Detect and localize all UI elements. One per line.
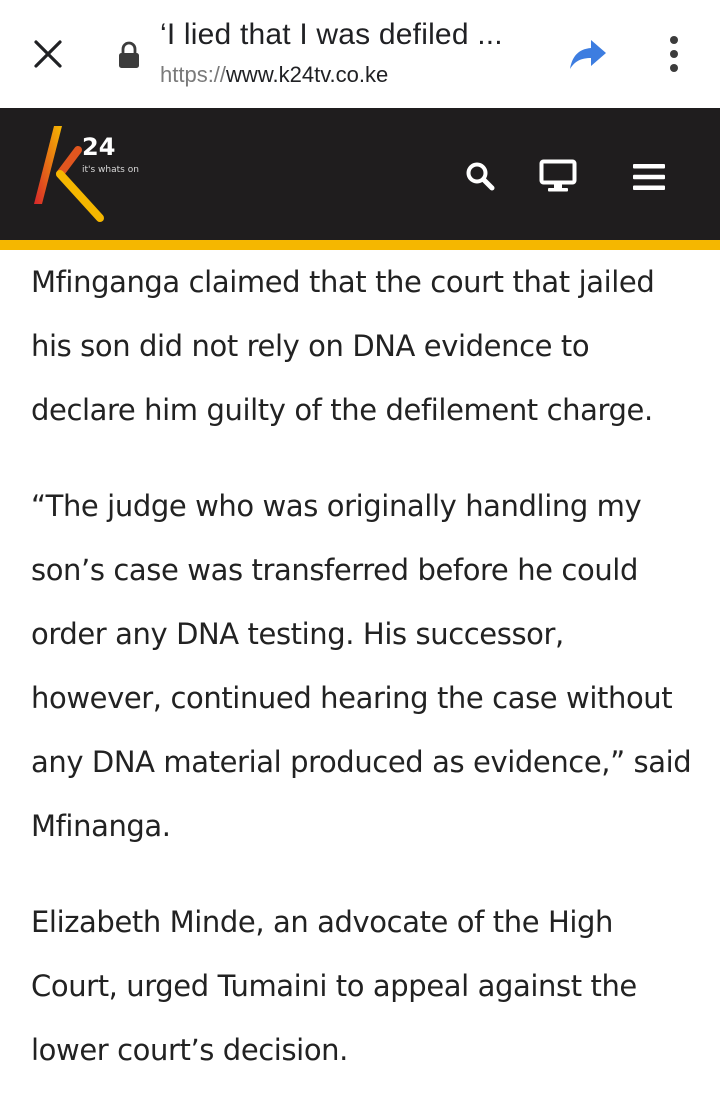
search-button[interactable] bbox=[460, 156, 500, 196]
lock-icon bbox=[119, 41, 139, 68]
close-tab-button[interactable] bbox=[26, 32, 70, 76]
k24-logo[interactable]: 24 bbox=[26, 122, 146, 232]
article-paragraph: “The judge who was originally handling m… bbox=[31, 489, 692, 843]
browser-toolbar: ‘I lied that I was defiled ... https://w… bbox=[0, 0, 720, 108]
menu-button[interactable] bbox=[628, 156, 670, 198]
logo-text: 24 bbox=[82, 133, 115, 161]
share-arrow-icon bbox=[570, 40, 606, 69]
close-icon bbox=[34, 40, 62, 68]
more-vertical-icon bbox=[670, 36, 678, 72]
article-paragraph: Elizabeth Minde, an advocate of the High… bbox=[31, 905, 637, 1067]
more-options-button[interactable] bbox=[652, 30, 696, 78]
article-body: Mfinganga claimed that the court that ja… bbox=[31, 250, 701, 1114]
live-tv-button[interactable] bbox=[536, 154, 580, 198]
logo-tagline: it's whats on bbox=[82, 165, 139, 175]
page-url[interactable]: https://www.k24tv.co.ke bbox=[160, 62, 388, 88]
url-host: www.k24tv.co.ke bbox=[226, 62, 389, 87]
tv-icon bbox=[539, 159, 577, 192]
url-scheme: https:// bbox=[160, 62, 227, 87]
page-title[interactable]: ‘I lied that I was defiled ... bbox=[160, 18, 540, 52]
k24-logo-mark: 24 bbox=[34, 126, 115, 222]
hamburger-menu-icon bbox=[633, 164, 665, 190]
site-header: 24 it's whats on bbox=[0, 108, 720, 250]
search-icon bbox=[466, 162, 495, 191]
article-paragraph: Mfinganga claimed that the court that ja… bbox=[31, 265, 655, 427]
share-button[interactable] bbox=[565, 34, 611, 74]
header-accent-bar bbox=[0, 240, 720, 250]
